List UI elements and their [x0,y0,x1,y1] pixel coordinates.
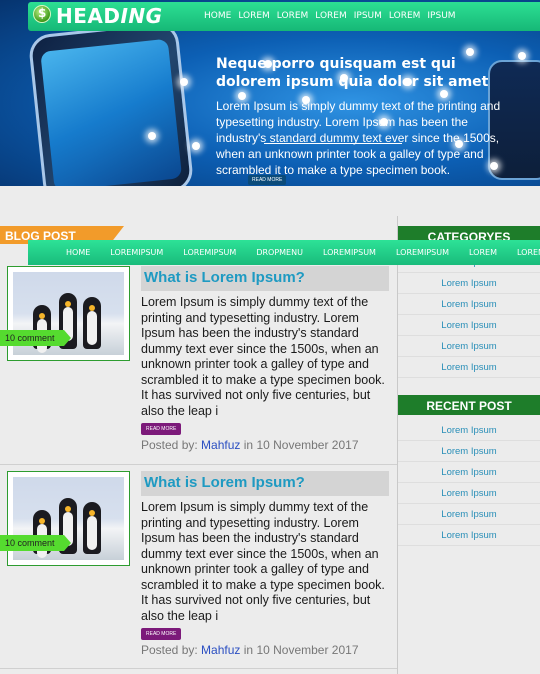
top-nav-item[interactable]: LOREM [277,11,308,21]
top-nav-item[interactable]: IPSUM [427,11,455,21]
recent-post-link[interactable]: Lorem Ipsum [398,441,540,462]
hero-text: Lorem Ipsum is simply dummy text of the … [216,99,501,177]
nav-item-dropmenu[interactable]: DROPMENU [256,248,303,257]
top-nav-item[interactable]: LOREM [238,11,269,21]
nav-item[interactable]: LOREM [517,248,540,257]
nav-item-home[interactable]: HOME [66,248,90,257]
post-excerpt: Lorem Ipsum is simply dummy text of the … [141,295,385,418]
post-meta: Posted by: Mahfuz in 10 November 2017 [141,643,359,657]
recent-post-link[interactable]: Lorem Ipsum [398,483,540,504]
read-more-button[interactable]: READ MORE [141,628,182,640]
top-nav: HOME LOREM LOREM LOREM IPSUM LOREM IPSUM [204,11,456,21]
post-excerpt: Lorem Ipsum is simply dummy text of the … [141,500,385,623]
nav-item[interactable]: LOREMIPSUM [396,248,449,257]
top-header-bar: HEADING HOME LOREM LOREM LOREM IPSUM LOR… [28,2,540,31]
page: Neque porro quisquam est qui dolorem ips… [0,0,540,674]
post-thumbnail[interactable] [7,471,130,566]
post-meta: Posted by: Mahfuz in 10 November 2017 [141,438,359,452]
top-nav-item-home[interactable]: HOME [204,11,231,21]
recent-post-heading: RECENT POST [398,395,540,415]
comment-count-badge[interactable]: 10 comment [0,535,71,551]
category-link[interactable]: Lorem Ipsum [398,294,540,315]
category-link[interactable]: Lorem Ipsum [398,336,540,357]
top-nav-item[interactable]: LOREM [315,11,346,21]
globe-logo-icon [33,5,51,23]
author-link[interactable]: Mahfuz [201,643,240,657]
recent-post-link[interactable]: Lorem Ipsum [398,525,540,546]
hero-read-more-button[interactable]: READ MORE [248,175,287,185]
recent-post-link[interactable]: Lorem Ipsum [398,504,540,525]
nav-item[interactable]: LOREMIPSUM [323,248,376,257]
recent-post-link[interactable]: Lorem Ipsum [398,462,540,483]
author-link[interactable]: Mahfuz [201,438,240,452]
category-link[interactable]: Lorem Ipsum [398,315,540,336]
nav-item[interactable]: LOREMIPSUM [183,248,236,257]
hero-title: Neque porro quisquam est qui dolorem ips… [216,56,489,90]
post-title[interactable]: What is Lorem Ipsum? [141,266,389,291]
nav-item[interactable]: LOREMIPSUM [110,248,163,257]
phone-image [27,20,195,186]
recent-post-link[interactable]: Lorem Ipsum [398,420,540,441]
post-thumbnail[interactable] [7,266,130,361]
read-more-button[interactable]: READ MORE [141,423,182,435]
post-title[interactable]: What is Lorem Ipsum? [141,471,389,496]
site-logo[interactable]: HEADING [56,4,163,28]
top-nav-item[interactable]: IPSUM [354,11,382,21]
category-link[interactable]: Lorem Ipsum [398,273,540,294]
comment-count-badge[interactable]: 10 comment [0,330,71,346]
post-separator [0,668,397,669]
main-nav-bar: HOME LOREMIPSUM LOREMIPSUM DROPMENU LORE… [28,240,540,265]
nav-item[interactable]: LOREM [469,248,497,257]
hero-link-underline [264,143,402,144]
category-link[interactable]: Lorem Ipsum [398,357,540,378]
top-nav-item[interactable]: LOREM [389,11,420,21]
post-separator [0,464,397,465]
